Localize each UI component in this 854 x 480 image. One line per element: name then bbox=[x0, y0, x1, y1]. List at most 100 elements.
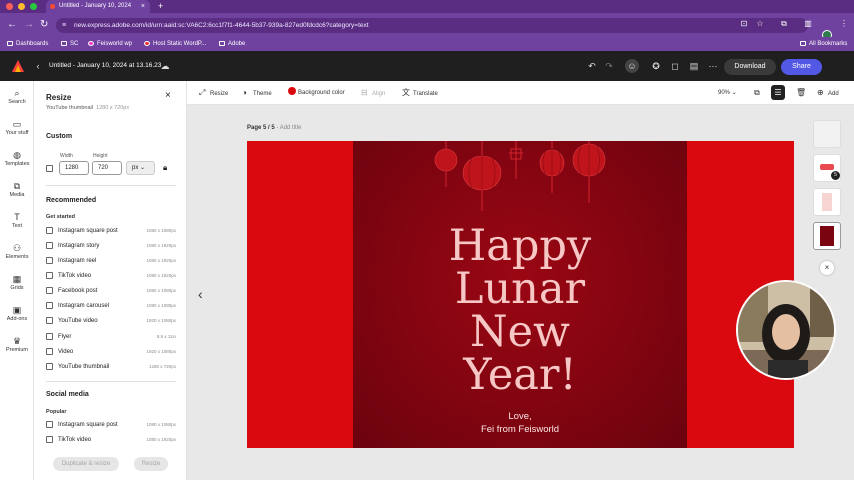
minimize-window-icon[interactable] bbox=[18, 3, 25, 10]
width-field[interactable]: 1280 bbox=[59, 161, 89, 175]
close-window-icon[interactable] bbox=[6, 3, 13, 10]
zoom-select[interactable]: 90% ⌄ bbox=[718, 81, 737, 105]
option-checkbox[interactable] bbox=[46, 317, 53, 324]
bookmark-adobe[interactable]: Adobe bbox=[219, 37, 245, 51]
translate-tool[interactable]: 文 Translate bbox=[402, 81, 438, 106]
option-row[interactable]: TikTok video 1080 x 1920px bbox=[46, 271, 176, 281]
all-bookmarks[interactable]: All Bookmarks bbox=[800, 37, 847, 51]
rail-text[interactable]: T Text bbox=[0, 212, 34, 229]
address-bar[interactable]: ≡ new.express.adobe.com/id/urn:aaid:sc:V… bbox=[56, 18, 808, 33]
reload-icon[interactable]: ↻ bbox=[40, 17, 48, 33]
rail-your-stuff[interactable]: ▭ Your stuff bbox=[0, 119, 34, 136]
side-panel-icon[interactable]: ▥ bbox=[802, 18, 814, 30]
folder-icon bbox=[61, 41, 67, 46]
resize-button[interactable]: Resize bbox=[134, 457, 168, 471]
option-row[interactable]: Facebook post 1080 x 1080px bbox=[46, 286, 176, 296]
forward-icon[interactable]: → bbox=[24, 17, 34, 33]
rail-search[interactable]: ⌕ Search bbox=[0, 88, 34, 105]
previous-page-icon[interactable]: ‹ bbox=[198, 286, 203, 302]
height-field[interactable]: 720 bbox=[92, 161, 122, 175]
option-row[interactable]: TikTok video 1080 x 1920px bbox=[46, 435, 176, 445]
signature-text[interactable]: Love, Fei from Feisworld bbox=[353, 410, 687, 436]
option-checkbox[interactable] bbox=[46, 333, 53, 340]
background-color-tool[interactable]: Background color bbox=[288, 81, 345, 105]
add-page-button[interactable]: ⊕ Add bbox=[817, 81, 839, 106]
option-checkbox[interactable] bbox=[46, 363, 53, 370]
option-row[interactable]: Video 1920 x 1080px bbox=[46, 347, 176, 357]
collaborate-icon[interactable]: ☺ bbox=[625, 59, 639, 73]
crown-icon: ♛ bbox=[12, 336, 22, 346]
theme-tool[interactable]: ◑ Theme bbox=[242, 81, 272, 106]
option-checkbox[interactable] bbox=[46, 272, 53, 279]
bookmark-host-static[interactable]: Host Static WordP... bbox=[144, 37, 206, 51]
popular-heading: Popular bbox=[46, 409, 67, 415]
option-checkbox[interactable] bbox=[46, 242, 53, 249]
option-row[interactable]: Instagram carousel 1080 x 1080px bbox=[46, 301, 176, 311]
adobe-express-logo-icon[interactable] bbox=[11, 59, 25, 73]
delete-icon[interactable]: 🗑︎ bbox=[796, 81, 806, 105]
extensions-icon[interactable]: ⧉ bbox=[778, 18, 790, 30]
custom-checkbox[interactable] bbox=[46, 165, 53, 172]
option-row[interactable]: YouTube thumbnail 1280 x 720px bbox=[46, 362, 176, 372]
option-checkbox[interactable] bbox=[46, 257, 53, 264]
zoom-window-icon[interactable] bbox=[30, 3, 37, 10]
page-thumbnail[interactable] bbox=[813, 120, 841, 148]
option-checkbox[interactable] bbox=[46, 227, 53, 234]
comment-icon[interactable]: ◻ bbox=[668, 59, 682, 73]
bookmark-dashboards[interactable]: Dashboards bbox=[7, 37, 48, 51]
more-options-icon[interactable]: ⋯ bbox=[706, 59, 720, 73]
pages-view-icon[interactable]: ⧉ bbox=[754, 81, 760, 105]
redo-icon[interactable]: ↷ bbox=[602, 59, 616, 73]
schedule-icon[interactable]: ▤ bbox=[687, 59, 701, 73]
lightbulb-icon[interactable]: ✪ bbox=[649, 59, 663, 73]
artboard-dark-panel[interactable]: Happy Lunar New Year! Love, Fei from Fei… bbox=[353, 141, 687, 448]
option-row[interactable]: Instagram story 1080 x 1920px bbox=[46, 241, 176, 251]
rail-grids[interactable]: ▦ Grids bbox=[0, 274, 34, 291]
option-checkbox[interactable] bbox=[46, 302, 53, 309]
option-checkbox[interactable] bbox=[46, 436, 53, 443]
option-checkbox[interactable] bbox=[46, 348, 53, 355]
close-icon[interactable]: × bbox=[820, 261, 834, 275]
lock-aspect-icon[interactable]: 🔒︎ bbox=[163, 163, 167, 173]
lanterns-graphic[interactable] bbox=[433, 141, 613, 216]
rail-premium[interactable]: ♛ Premium bbox=[0, 336, 34, 353]
install-app-icon[interactable]: ⊡ bbox=[738, 18, 750, 30]
option-row[interactable]: Instagram reel 1080 x 1920px bbox=[46, 256, 176, 266]
undo-icon[interactable]: ↶ bbox=[585, 59, 599, 73]
add-title-link[interactable]: Add title bbox=[280, 125, 302, 131]
option-row[interactable]: Instagram square post 1080 x 1080px bbox=[46, 420, 176, 430]
greeting-text[interactable]: Happy Lunar New Year! bbox=[353, 225, 687, 397]
page-thumbnail-current[interactable] bbox=[813, 222, 841, 250]
artboard[interactable]: Happy Lunar New Year! Love, Fei from Fei… bbox=[247, 141, 794, 448]
page-thumbnail[interactable] bbox=[813, 188, 841, 216]
option-checkbox[interactable] bbox=[46, 287, 53, 294]
bookmark-feisworld-wp[interactable]: Feisworld wp bbox=[88, 37, 132, 51]
page-count-badge: 5 bbox=[831, 171, 840, 180]
download-button[interactable]: Download bbox=[724, 59, 776, 75]
rail-elements[interactable]: ⚇ Elements bbox=[0, 243, 34, 260]
align-tool[interactable]: ⊟ Align bbox=[361, 81, 385, 106]
new-tab-icon[interactable]: + bbox=[158, 0, 163, 13]
rail-media[interactable]: ⧉ Media bbox=[0, 181, 34, 198]
browser-tab[interactable]: Untitled - January 10, 2024 × bbox=[46, 0, 150, 13]
resize-tool[interactable]: ⤢ Resize bbox=[199, 81, 228, 106]
option-row[interactable]: Instagram square post 1080 x 1080px bbox=[46, 226, 176, 236]
site-info-icon[interactable]: ≡ bbox=[62, 18, 66, 33]
rail-add-ons[interactable]: ▣ Add-ons bbox=[0, 305, 34, 322]
close-panel-icon[interactable]: × bbox=[165, 90, 171, 101]
unit-select[interactable]: px ⌄ bbox=[126, 161, 155, 175]
chrome-menu-icon[interactable]: ⋮ bbox=[838, 18, 850, 30]
share-button[interactable]: Share bbox=[781, 59, 822, 75]
option-row[interactable]: Flyer 8.5 x 11in bbox=[46, 332, 176, 342]
duplicate-resize-button[interactable]: Duplicate & resize bbox=[53, 457, 119, 471]
option-row[interactable]: YouTube video 1920 x 1080px bbox=[46, 316, 176, 326]
close-tab-icon[interactable]: × bbox=[141, 0, 145, 13]
rail-templates[interactable]: ◍ Templates bbox=[0, 150, 34, 167]
back-chevron-icon[interactable]: ‹ bbox=[31, 59, 45, 73]
option-checkbox[interactable] bbox=[46, 421, 53, 428]
bookmark-star-icon[interactable]: ☆ bbox=[754, 18, 766, 30]
bookmark-sc[interactable]: SC bbox=[61, 37, 78, 51]
layers-icon[interactable]: ☰ bbox=[771, 85, 785, 100]
document-title[interactable]: Untitled - January 10, 2024 at 13.16.23 bbox=[49, 51, 161, 81]
back-icon[interactable]: ← bbox=[7, 17, 17, 33]
